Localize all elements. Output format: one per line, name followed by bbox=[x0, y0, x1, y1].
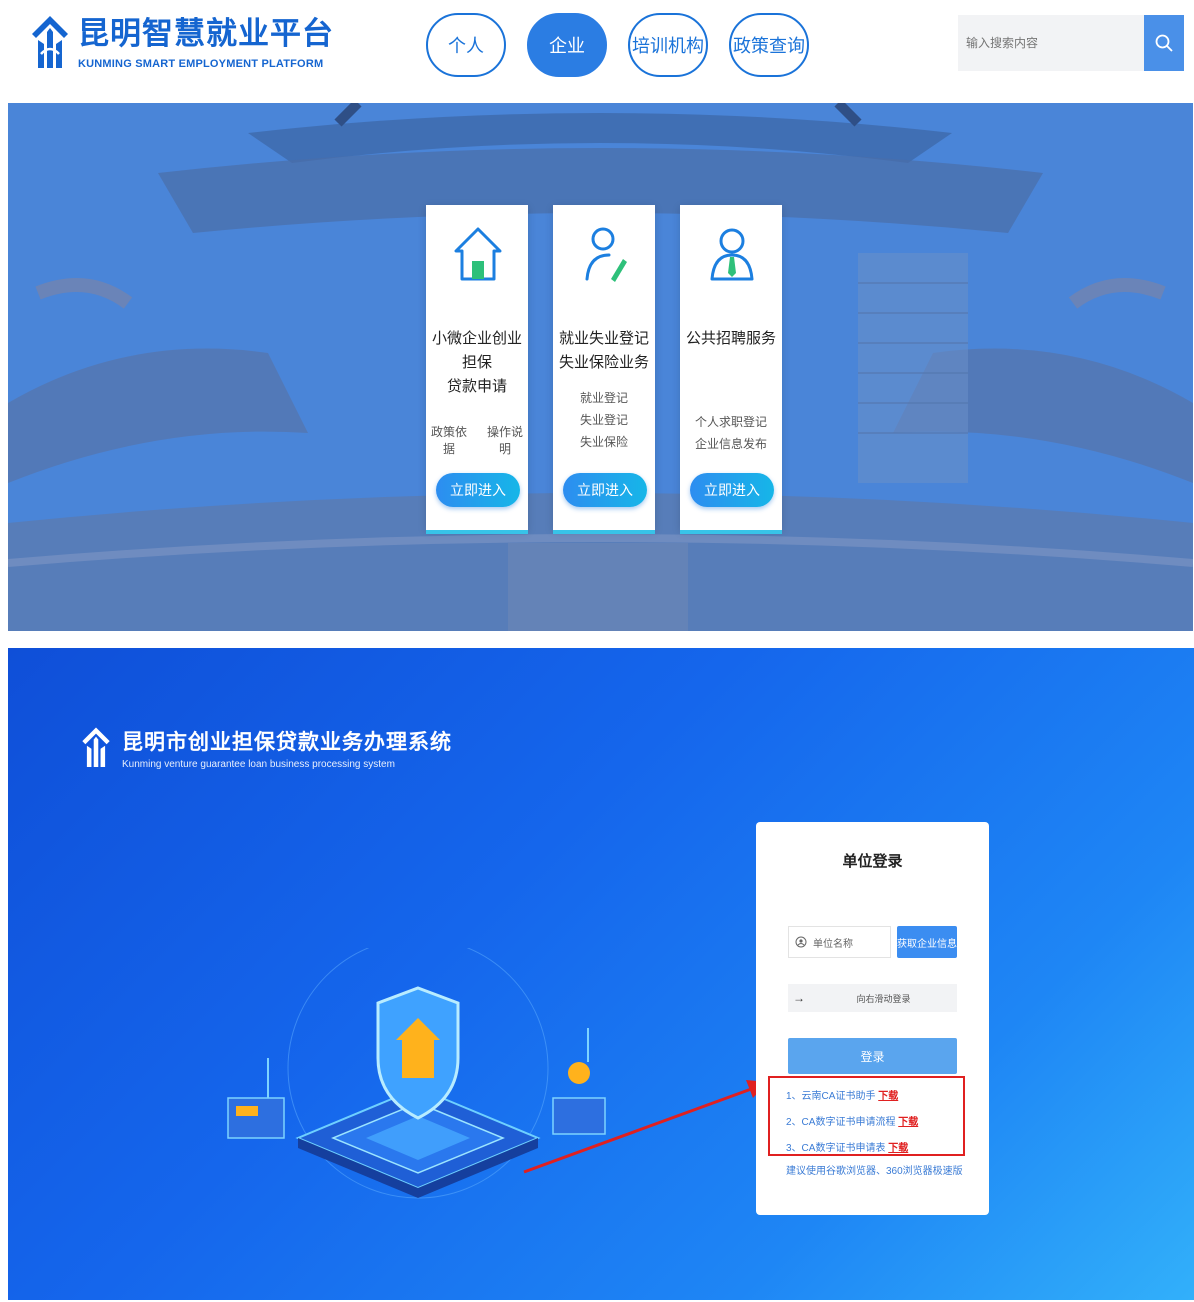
system-subtitle: Kunming venture guarantee loan business … bbox=[122, 759, 395, 770]
card-accent-bar bbox=[680, 530, 782, 534]
arrow-right-icon: → bbox=[793, 991, 805, 1005]
search-button[interactable] bbox=[1144, 15, 1184, 71]
main-nav: 个人 企业 培训机构 政策查询 bbox=[426, 13, 830, 77]
user-pen-icon bbox=[585, 227, 627, 282]
system-brand: 昆明市创业担保贷款业务办理系统 Kunming venture guarante… bbox=[78, 726, 452, 770]
slider-label: 向右滑动登录 bbox=[856, 993, 911, 1004]
nav-item-policy[interactable]: 政策查询 bbox=[729, 13, 809, 77]
card-title: 就业失业登记 失业保险业务 bbox=[558, 330, 649, 371]
system-title: 昆明市创业担保贷款业务办理系统 bbox=[122, 731, 452, 754]
service-card-employment[interactable]: 就业失业登记 失业保险业务 就业登记 失业登记 失业保险 立即进入 bbox=[553, 205, 655, 534]
download-ca-process-link[interactable]: 下载 bbox=[898, 1117, 918, 1128]
service-card-recruitment[interactable]: 公共招聘服务 个人求职登记 企业信息发布 立即进入 bbox=[680, 205, 782, 534]
unit-name-placeholder: 单位名称 bbox=[813, 938, 853, 950]
card-title: 小微企业创业担保 贷款申请 bbox=[431, 330, 522, 395]
slider-handle[interactable]: → bbox=[788, 984, 810, 1012]
enter-button[interactable]: 立即进入 bbox=[436, 473, 520, 507]
platform-header: 昆明智慧就业平台 KUNMING SMART EMPLOYMENT PLATFO… bbox=[0, 0, 1194, 100]
job-seeker-registration-item[interactable]: 个人求职登记 bbox=[680, 411, 782, 433]
enter-button[interactable]: 立即进入 bbox=[690, 473, 774, 507]
unit-name-field[interactable]: 单位名称 bbox=[788, 926, 891, 958]
card-links: 政策依据 操作说明 bbox=[426, 423, 528, 457]
card-accent-bar bbox=[426, 530, 528, 534]
login-page: 昆明市创业担保贷款业务办理系统 Kunming venture guarante… bbox=[8, 648, 1194, 1300]
download-item: 3、CA数字证书申请表 下载 bbox=[786, 1143, 909, 1154]
enter-button[interactable]: 立即进入 bbox=[563, 473, 647, 507]
search-input[interactable] bbox=[958, 15, 1144, 71]
card-accent-bar bbox=[553, 530, 655, 534]
download-highlight-box: 1、云南CA证书助手 下载 2、CA数字证书申请流程 下载 3、CA数字证书申请… bbox=[768, 1076, 965, 1156]
house-icon bbox=[454, 227, 502, 281]
nav-item-enterprise[interactable]: 企业 bbox=[527, 13, 607, 77]
house-arrows-logo-icon bbox=[32, 16, 68, 68]
card-items: 就业登记 失业登记 失业保险 bbox=[553, 387, 655, 453]
download-ca-form-link[interactable]: 下载 bbox=[888, 1143, 908, 1154]
unemployment-registration-item[interactable]: 失业登记 bbox=[553, 409, 655, 431]
house-arrows-logo-icon bbox=[82, 727, 110, 767]
user-circle-icon bbox=[795, 936, 807, 948]
nav-item-personal[interactable]: 个人 bbox=[426, 13, 506, 77]
nav-item-training[interactable]: 培训机构 bbox=[628, 13, 708, 77]
platform-brand[interactable]: 昆明智慧就业平台 KUNMING SMART EMPLOYMENT PLATFO… bbox=[30, 14, 334, 72]
platform-title: 昆明智慧就业平台 bbox=[78, 16, 334, 51]
slide-to-login-slider[interactable]: → 向右滑动登录 bbox=[788, 984, 957, 1012]
unemployment-insurance-item[interactable]: 失业保险 bbox=[553, 431, 655, 453]
person-tie-icon bbox=[710, 228, 754, 281]
service-card-loan[interactable]: 小微企业创业担保 贷款申请 政策依据 操作说明 立即进入 bbox=[426, 205, 528, 534]
search-icon bbox=[1155, 34, 1173, 52]
download-item: 1、云南CA证书助手 下载 bbox=[786, 1091, 899, 1102]
search-bar bbox=[958, 15, 1184, 71]
employment-registration-item[interactable]: 就业登记 bbox=[553, 387, 655, 409]
platform-subtitle: KUNMING SMART EMPLOYMENT PLATFORM bbox=[78, 58, 324, 70]
get-enterprise-info-button[interactable]: 获取企业信息 bbox=[897, 926, 957, 958]
download-ca-assistant-link[interactable]: 下载 bbox=[878, 1091, 898, 1102]
shield-platform-illustration bbox=[227, 948, 606, 1199]
hero-banner: 小微企业创业担保 贷款申请 政策依据 操作说明 立即进入 就业失业登记 失业保险… bbox=[8, 103, 1193, 631]
login-button[interactable]: 登录 bbox=[788, 1038, 957, 1074]
browser-tip: 建议使用谷歌浏览器、360浏览器极速版 bbox=[786, 1166, 963, 1177]
instructions-link[interactable]: 操作说明 bbox=[482, 423, 528, 457]
card-title: 公共招聘服务 bbox=[685, 330, 776, 347]
download-item: 2、CA数字证书申请流程 下载 bbox=[786, 1117, 919, 1128]
card-items: 个人求职登记 企业信息发布 bbox=[680, 411, 782, 455]
login-title: 单位登录 bbox=[842, 853, 903, 870]
login-form: 单位登录 单位名称 获取企业信息 → 向右滑动登录 登录 1、云南CA证书助手 … bbox=[756, 822, 989, 1215]
enterprise-info-publish-item[interactable]: 企业信息发布 bbox=[680, 433, 782, 455]
policy-basis-link[interactable]: 政策依据 bbox=[426, 423, 472, 457]
